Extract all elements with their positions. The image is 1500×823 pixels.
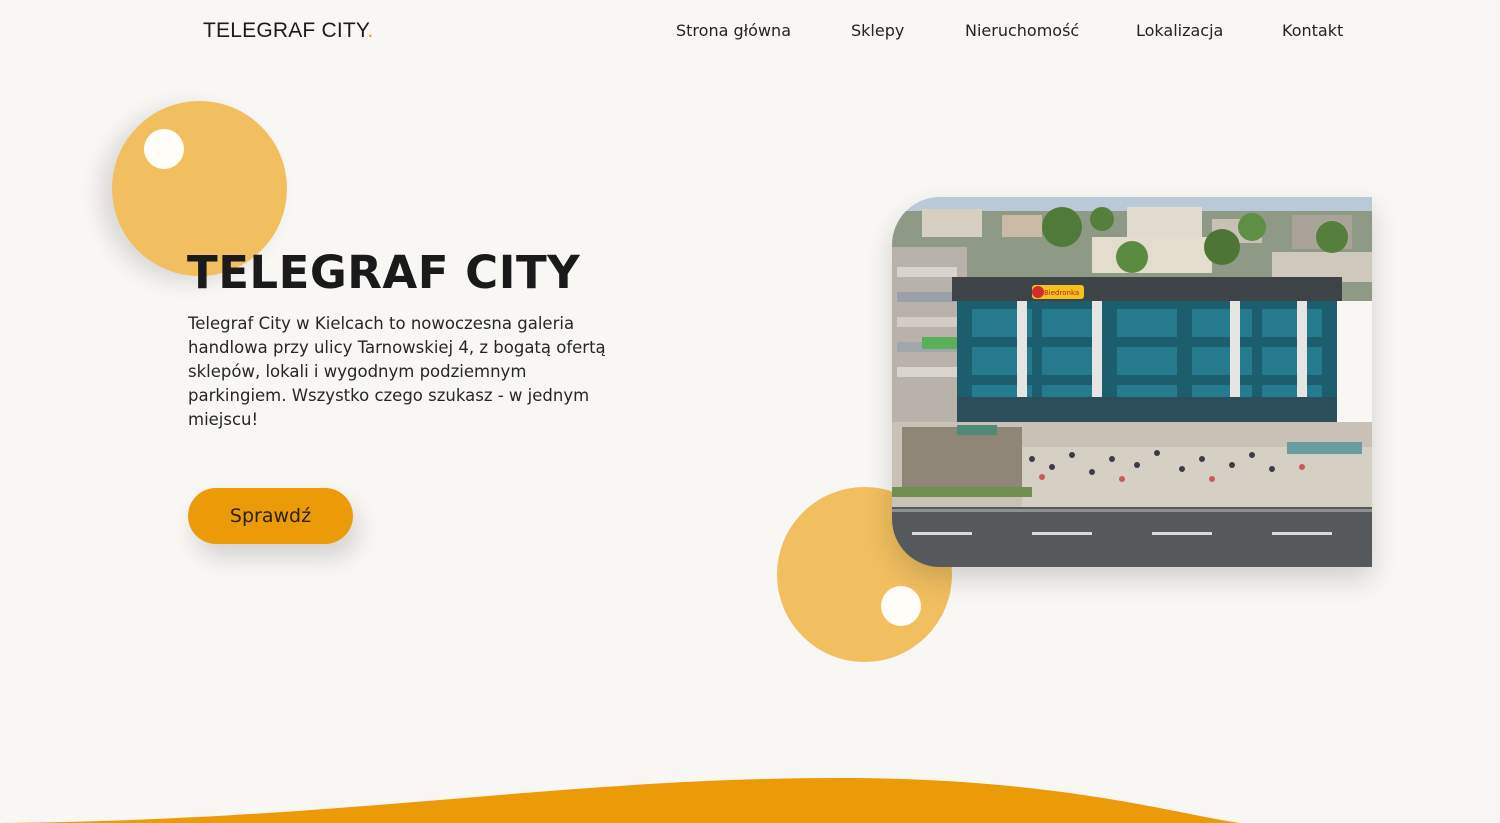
nav-item-property[interactable]: Nieruchomość [965, 21, 1079, 40]
nav-item-shops[interactable]: Sklepy [851, 21, 904, 40]
nav-item-contact[interactable]: Kontakt [1282, 21, 1343, 40]
landing-page: TELEGRAF CITY. Strona główna Sklepy Nier… [0, 0, 1500, 823]
building-photo: Biedronka [892, 197, 1372, 567]
nav-item-home[interactable]: Strona główna [676, 21, 791, 40]
store-sign: Biedronka [1044, 289, 1079, 297]
building-aerial-image: Biedronka [892, 197, 1372, 567]
check-button[interactable]: Sprawdź [188, 488, 353, 544]
decorative-dot-top [144, 129, 184, 169]
decorative-dot-bottom [881, 586, 921, 626]
bottom-wave [0, 778, 1240, 823]
nav-item-location[interactable]: Lokalizacja [1136, 21, 1223, 40]
main-nav: Strona główna Sklepy Nieruchomość Lokali… [0, 21, 1500, 45]
hero-title: TELEGRAF CITY [187, 246, 581, 299]
hero-description: Telegraf City w Kielcach to nowoczesna g… [188, 314, 606, 429]
